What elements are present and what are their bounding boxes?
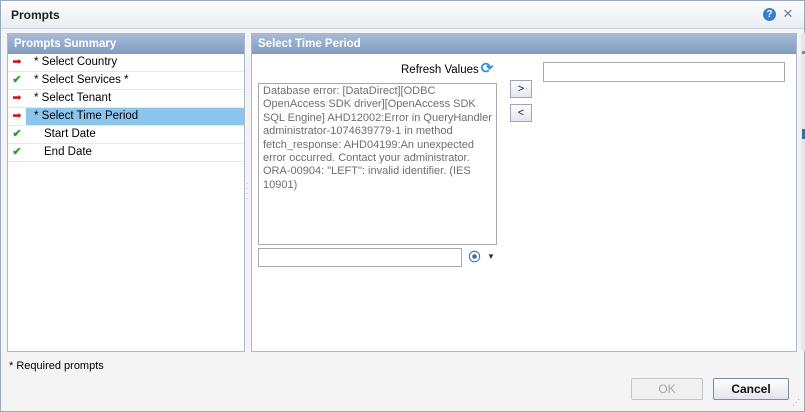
splitter-grip[interactable]: · · · · <box>246 180 249 203</box>
prompt-item-label: * Select Services * <box>34 74 129 86</box>
completed-check-icon: ✔ <box>12 74 22 86</box>
prompt-item[interactable]: ➡ * Select Time Period <box>8 108 244 126</box>
prompts-summary-panel: Prompts Summary ➡ * Select Country ✔ * Sele… <box>7 33 245 352</box>
prompt-item-label: * Select Time Period <box>34 110 139 122</box>
chevron-down-icon[interactable]: ▼ <box>486 251 496 263</box>
time-period-header: Select Time Period <box>252 34 796 54</box>
prompt-item-label: * Select Tenant <box>34 92 112 104</box>
refresh-icon[interactable]: ⟳ <box>479 61 495 77</box>
prompt-item-label: * Select Country <box>34 56 118 68</box>
cancel-button[interactable]: Cancel <box>713 378 789 400</box>
dialog-title: Prompts <box>11 8 60 22</box>
dialog-titlebar: Prompts ? ✕ <box>1 1 804 29</box>
completed-check-icon: ✔ <box>12 128 22 140</box>
close-icon[interactable]: ✕ <box>781 7 795 21</box>
prompt-item-label: End Date <box>44 146 92 158</box>
background-scrollbar <box>801 33 805 351</box>
help-icon[interactable]: ? <box>763 8 776 21</box>
remove-value-button[interactable]: < <box>510 104 532 122</box>
required-arrow-icon: ➡ <box>12 110 22 122</box>
prompt-item[interactable]: ✔ Start Date <box>8 126 244 144</box>
ok-button[interactable]: OK <box>631 378 703 400</box>
prompt-item[interactable]: ➡ * Select Tenant <box>8 90 244 108</box>
required-prompts-note: * Required prompts <box>9 360 104 372</box>
required-arrow-icon: ➡ <box>12 92 22 104</box>
prompts-dialog: Prompts ? ✕ Prompts Summary ➡ * Select Co… <box>0 0 805 412</box>
prompt-item[interactable]: ✔ * Select Services * <box>8 72 244 90</box>
prompt-item[interactable]: ➡ * Select Country <box>8 54 244 72</box>
prompt-item-label: Start Date <box>44 128 96 140</box>
binoculars-icon[interactable]: ⦿ <box>467 250 482 264</box>
refresh-values-label[interactable]: Refresh Values <box>401 64 479 76</box>
required-arrow-icon: ➡ <box>12 56 22 68</box>
available-values-list[interactable]: Database error: [DataDirect][ODBC OpenAc… <box>258 83 497 245</box>
prompt-item[interactable]: ✔ End Date <box>8 144 244 162</box>
completed-check-icon: ✔ <box>12 146 22 158</box>
prompts-summary-header: Prompts Summary <box>8 34 244 54</box>
resize-grip-icon[interactable]: ⋰ <box>792 399 802 410</box>
selected-values-field[interactable] <box>543 62 785 82</box>
search-input[interactable] <box>258 248 462 267</box>
prompt-list: ➡ * Select Country ✔ * Select Services * ➡ * … <box>8 54 244 162</box>
database-error-message: Database error: [DataDirect][ODBC OpenAc… <box>263 85 492 191</box>
add-value-button[interactable]: > <box>510 80 532 98</box>
